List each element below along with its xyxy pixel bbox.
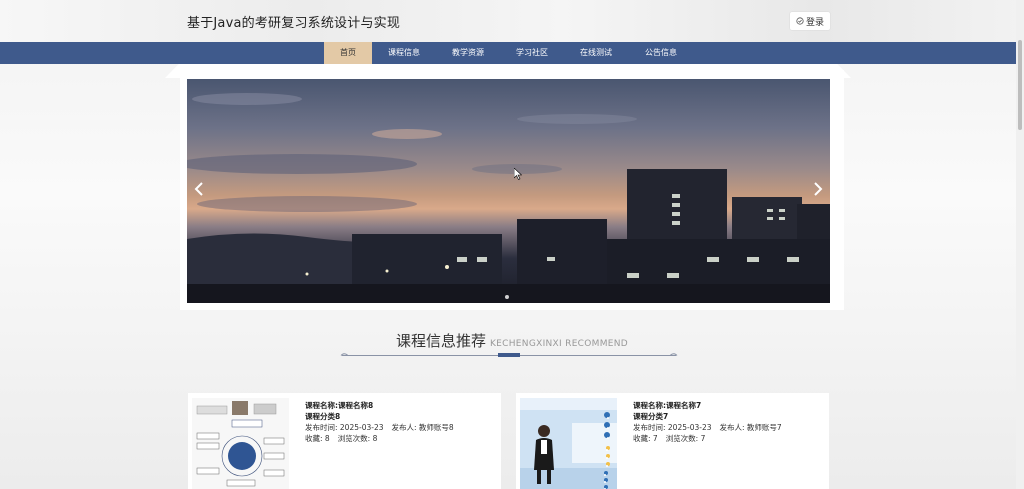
mouse-cursor-icon xyxy=(514,168,522,180)
course-card[interactable]: 课程名称:课程名称8 课程分类8 发布时间: 2025-03-23 发布人: 教师… xyxy=(188,393,501,489)
login-button[interactable]: 登录 xyxy=(790,12,830,30)
banner-image xyxy=(187,93,830,303)
banner-indicator-dot[interactable] xyxy=(505,295,509,299)
banner-next-button[interactable] xyxy=(811,181,825,201)
banner-prev-button[interactable] xyxy=(192,181,206,201)
course-info: 课程名称:课程名称8 课程分类8 发布时间: 2025-03-23 发布人: 教师… xyxy=(305,400,495,444)
nav-announcements[interactable]: 公告信息 xyxy=(636,42,686,64)
course-publisher: 发布人: 教师账号8 xyxy=(391,423,454,432)
section-title-en: KECHENGXINXI RECOMMEND xyxy=(489,339,629,349)
header: 基于Java的考研复习系统设计与实现 登录 xyxy=(0,0,1024,42)
course-name[interactable]: 课程名称:课程名称8 xyxy=(305,400,495,411)
site-title: 基于Java的考研复习系统设计与实现 xyxy=(187,16,401,31)
course-category: 课程分类7 xyxy=(633,412,669,421)
course-name[interactable]: 课程名称:课程名称7 xyxy=(633,400,823,411)
nav-home[interactable]: 首页 xyxy=(324,42,372,64)
banner-carousel[interactable] xyxy=(187,79,830,303)
main-nav: 首页 课程信息 教学资源 学习社区 在线测试 公告信息 xyxy=(0,42,1024,64)
course-stats-row: 收藏: 7 浏览次数: 7 xyxy=(633,433,823,444)
section-title: 课程信息推荐 KECHENGXINXI RECOMMEND xyxy=(0,330,1024,351)
course-publish-time: 发布时间: 2025-03-23 xyxy=(633,423,712,432)
login-label: 登录 xyxy=(805,17,824,28)
course-thumbnail[interactable] xyxy=(520,398,617,489)
course-info: 课程名称:课程名称7 课程分类7 发布时间: 2025-03-23 发布人: 教师… xyxy=(633,400,823,444)
nav-study-community[interactable]: 学习社区 xyxy=(507,42,557,64)
scrollbar-thumb[interactable] xyxy=(1018,40,1022,130)
course-publish-time: 发布时间: 2025-03-23 xyxy=(305,423,384,432)
course-thumbnail[interactable] xyxy=(192,398,289,489)
course-lecture-image xyxy=(520,398,617,489)
check-circle-icon xyxy=(796,17,804,25)
course-favorites: 收藏: 7 xyxy=(633,434,658,443)
chevron-left-icon xyxy=(194,182,203,196)
course-meta-row: 发布时间: 2025-03-23 发布人: 教师账号7 xyxy=(633,422,823,433)
course-category: 课程分类8 xyxy=(305,412,341,421)
course-stats-row: 收藏: 8 浏览次数: 8 xyxy=(305,433,495,444)
course-favorites: 收藏: 8 xyxy=(305,434,330,443)
nav-online-test[interactable]: 在线测试 xyxy=(571,42,621,64)
course-card[interactable]: 课程名称:课程名称7 课程分类7 发布时间: 2025-03-23 发布人: 教师… xyxy=(516,393,829,489)
divider-right-ornament xyxy=(670,353,678,356)
course-publisher: 发布人: 教师账号7 xyxy=(719,423,782,432)
course-views: 浏览次数: 8 xyxy=(337,434,378,443)
section-divider-accent xyxy=(498,353,520,357)
nav-teaching-resources[interactable]: 教学资源 xyxy=(443,42,493,64)
course-diagram-image xyxy=(192,398,289,489)
course-meta-row: 发布时间: 2025-03-23 发布人: 教师账号8 xyxy=(305,422,495,433)
section-title-cn: 课程信息推荐 xyxy=(395,332,486,350)
nav-course-info[interactable]: 课程信息 xyxy=(379,42,429,64)
course-views: 浏览次数: 7 xyxy=(665,434,706,443)
divider-left-ornament xyxy=(340,353,348,356)
chevron-right-icon xyxy=(814,182,823,196)
